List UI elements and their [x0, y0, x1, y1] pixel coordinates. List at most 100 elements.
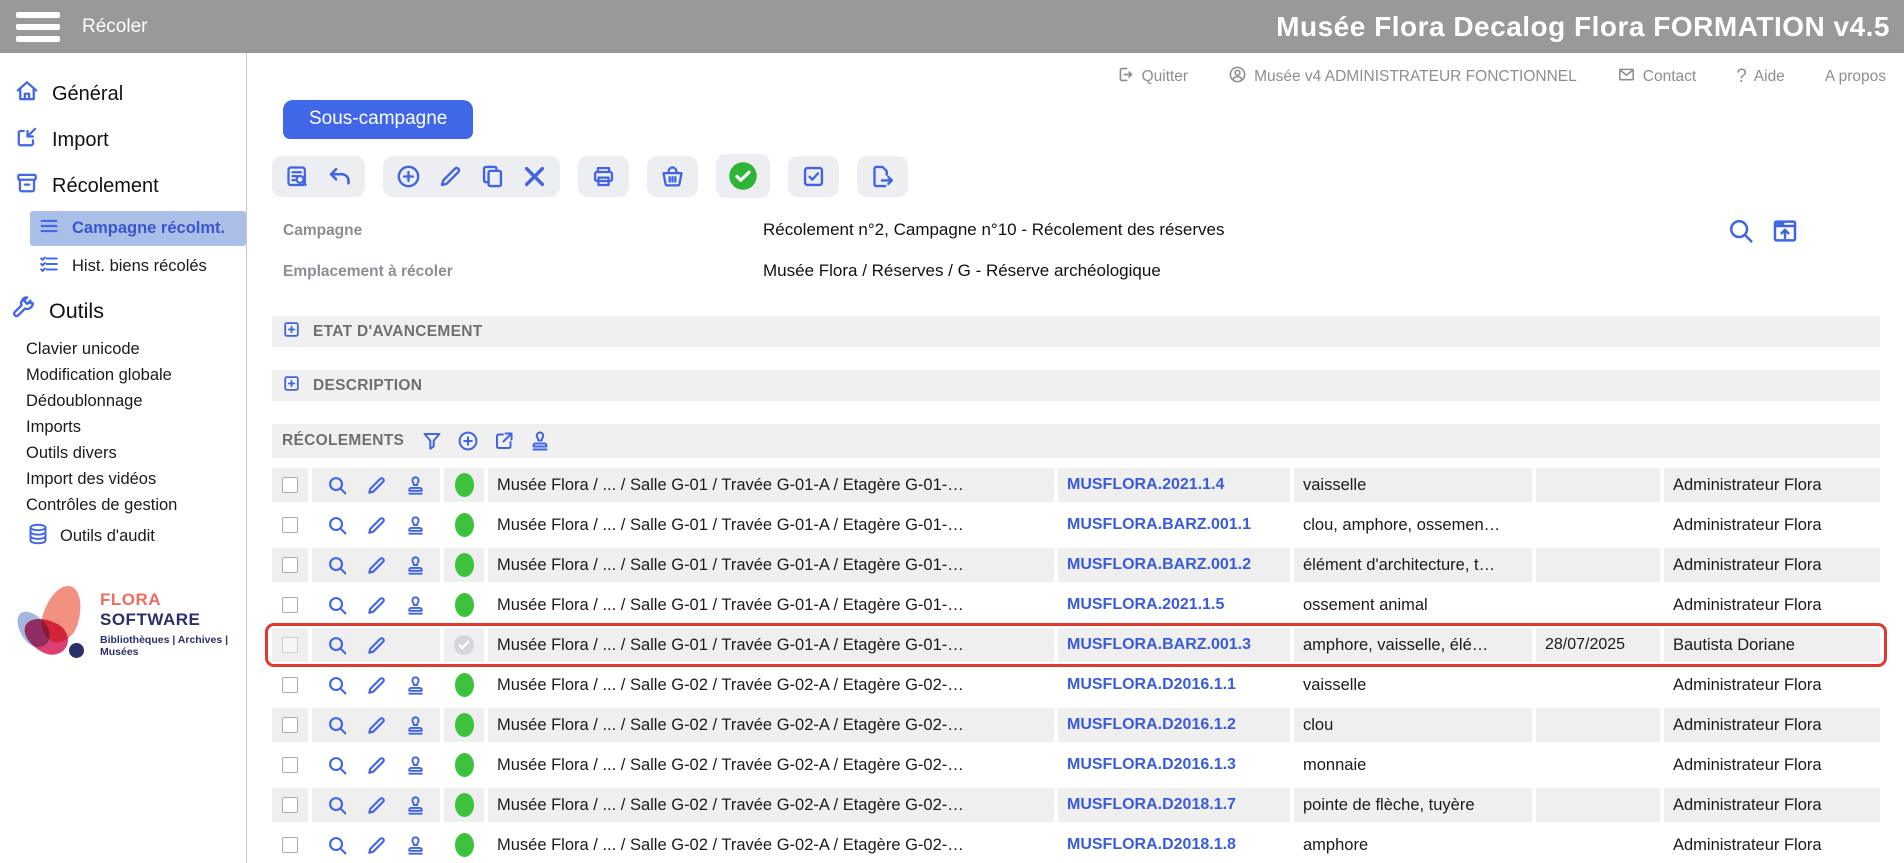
- row-stamp-icon[interactable]: [404, 554, 427, 577]
- row-search-icon[interactable]: [326, 474, 349, 497]
- external-link-icon[interactable]: [492, 429, 516, 453]
- tab-sous-campagne[interactable]: Sous-campagne: [283, 100, 473, 139]
- sidebar-tool-item[interactable]: Import des vidéos: [0, 466, 246, 492]
- sidebar-item-outils-audit[interactable]: Outils d'audit: [0, 518, 246, 555]
- apropos-link[interactable]: A propos: [1825, 68, 1886, 86]
- sidebar-tool-item[interactable]: Modification globale: [0, 362, 246, 388]
- sidebar-tool-item[interactable]: Contrôles de gestion: [0, 492, 246, 518]
- row-edit-icon[interactable]: [365, 634, 388, 657]
- sidebar-tool-item[interactable]: Outils divers: [0, 440, 246, 466]
- undo-button[interactable]: [326, 163, 353, 190]
- row-edit-icon[interactable]: [365, 754, 388, 777]
- row-stamp-icon[interactable]: [404, 594, 427, 617]
- sidebar-item-general[interactable]: Général: [0, 71, 246, 117]
- row-designation: clou: [1294, 708, 1532, 742]
- row-checkbox[interactable]: [282, 557, 298, 573]
- topbar-module-label: Récoler: [82, 16, 147, 38]
- row-number-link[interactable]: MUSFLORA.D2018.1.8: [1058, 828, 1290, 862]
- row-location: Musée Flora / ... / Salle G-02 / Travée …: [488, 668, 1054, 702]
- validate-button[interactable]: [728, 161, 758, 191]
- row-checkbox[interactable]: [282, 717, 298, 733]
- row-search-icon[interactable]: [326, 834, 349, 857]
- section-etat-avancement[interactable]: ETAT D'AVANCEMENT: [272, 316, 1880, 347]
- row-checkbox[interactable]: [282, 517, 298, 533]
- row-edit-icon[interactable]: [365, 714, 388, 737]
- row-stamp-icon[interactable]: [404, 714, 427, 737]
- add-recolement-icon[interactable]: [456, 429, 480, 453]
- row-checkbox[interactable]: [282, 797, 298, 813]
- stamp-icon[interactable]: [528, 429, 552, 453]
- row-stamp-icon[interactable]: [404, 794, 427, 817]
- row-edit-icon[interactable]: [365, 474, 388, 497]
- row-stamp-icon[interactable]: [404, 674, 427, 697]
- row-number-link[interactable]: MUSFLORA.D2016.1.2: [1058, 708, 1290, 742]
- contact-link[interactable]: Contact: [1617, 65, 1696, 89]
- add-button[interactable]: [395, 163, 422, 190]
- row-checkbox[interactable]: [282, 837, 298, 853]
- aide-link[interactable]: ? Aide: [1736, 66, 1785, 88]
- list-search-button[interactable]: [284, 163, 311, 190]
- row-number-link[interactable]: MUSFLORA.BARZ.001.3: [1058, 628, 1290, 662]
- section-description[interactable]: DESCRIPTION: [272, 370, 1880, 401]
- row-search-icon[interactable]: [326, 634, 349, 657]
- row-search-icon[interactable]: [326, 674, 349, 697]
- expand-plus-icon[interactable]: [282, 320, 301, 344]
- row-edit-icon[interactable]: [365, 834, 388, 857]
- status-green-dot: [455, 673, 474, 697]
- row-search-icon[interactable]: [326, 594, 349, 617]
- row-stamp-icon[interactable]: [404, 834, 427, 857]
- user-account-link[interactable]: Musée v4 ADMINISTRATEUR FONCTIONNEL: [1228, 65, 1577, 89]
- delete-button[interactable]: [521, 163, 548, 190]
- row-number-link[interactable]: MUSFLORA.BARZ.001.1: [1058, 508, 1290, 542]
- export-button[interactable]: [869, 163, 896, 190]
- row-checkbox[interactable]: [282, 757, 298, 773]
- row-number-link[interactable]: MUSFLORA.D2018.1.7: [1058, 788, 1290, 822]
- sidebar-item-campagne-recolement[interactable]: Campagne récolmt.: [30, 211, 246, 246]
- row-stamp-icon[interactable]: [404, 514, 427, 537]
- print-button[interactable]: [590, 163, 617, 190]
- row-edit-icon[interactable]: [365, 554, 388, 577]
- status-green-dot: [455, 793, 474, 817]
- row-checkbox[interactable]: [282, 637, 298, 653]
- sidebar-tool-item[interactable]: Dédoublonnage: [0, 388, 246, 414]
- sidebar-section-outils[interactable]: Outils: [0, 285, 246, 336]
- sidebar-item-import[interactable]: Import: [0, 117, 246, 163]
- edit-button[interactable]: [437, 163, 464, 190]
- row-checkbox[interactable]: [282, 677, 298, 693]
- row-number-link[interactable]: MUSFLORA.D2016.1.3: [1058, 748, 1290, 782]
- app-title: Musée Flora Decalog Flora FORMATION v4.5: [1276, 11, 1890, 43]
- search-icon[interactable]: [1726, 216, 1756, 246]
- row-search-icon[interactable]: [326, 794, 349, 817]
- quitter-label: Quitter: [1142, 68, 1189, 86]
- row-edit-icon[interactable]: [365, 794, 388, 817]
- row-stamp-icon[interactable]: [404, 754, 427, 777]
- expand-plus-icon[interactable]: [282, 374, 301, 398]
- row-number-link[interactable]: MUSFLORA.2021.1.5: [1058, 588, 1290, 622]
- table-row: Musée Flora / ... / Salle G-02 / Travée …: [272, 708, 1880, 742]
- row-checkbox[interactable]: [282, 597, 298, 613]
- quitter-link[interactable]: Quitter: [1116, 65, 1189, 89]
- row-stamp-icon[interactable]: [404, 474, 427, 497]
- row-number-link[interactable]: MUSFLORA.2021.1.4: [1058, 468, 1290, 502]
- row-number-link[interactable]: MUSFLORA.D2016.1.1: [1058, 668, 1290, 702]
- hamburger-menu-icon[interactable]: [16, 12, 60, 42]
- filter-icon[interactable]: [420, 429, 444, 453]
- check-tasks-button[interactable]: [800, 163, 827, 190]
- basket-button[interactable]: [659, 163, 686, 190]
- row-search-icon[interactable]: [326, 754, 349, 777]
- row-search-icon[interactable]: [326, 554, 349, 577]
- sidebar-item-recolement[interactable]: Récolement: [0, 163, 246, 209]
- row-search-icon[interactable]: [326, 714, 349, 737]
- row-edit-icon[interactable]: [365, 594, 388, 617]
- row-edit-icon[interactable]: [365, 514, 388, 537]
- sidebar-tool-item[interactable]: Clavier unicode: [0, 336, 246, 362]
- row-checkbox[interactable]: [282, 477, 298, 493]
- row-number-link[interactable]: MUSFLORA.BARZ.001.2: [1058, 548, 1290, 582]
- sidebar-item-hist-biens-recoles[interactable]: Hist. biens récolés: [30, 248, 246, 285]
- row-edit-icon[interactable]: [365, 674, 388, 697]
- row-designation: élément d'architecture, t…: [1294, 548, 1532, 582]
- copy-button[interactable]: [479, 163, 506, 190]
- row-search-icon[interactable]: [326, 514, 349, 537]
- open-window-icon[interactable]: [1770, 216, 1800, 246]
- sidebar-tool-item[interactable]: Imports: [0, 414, 246, 440]
